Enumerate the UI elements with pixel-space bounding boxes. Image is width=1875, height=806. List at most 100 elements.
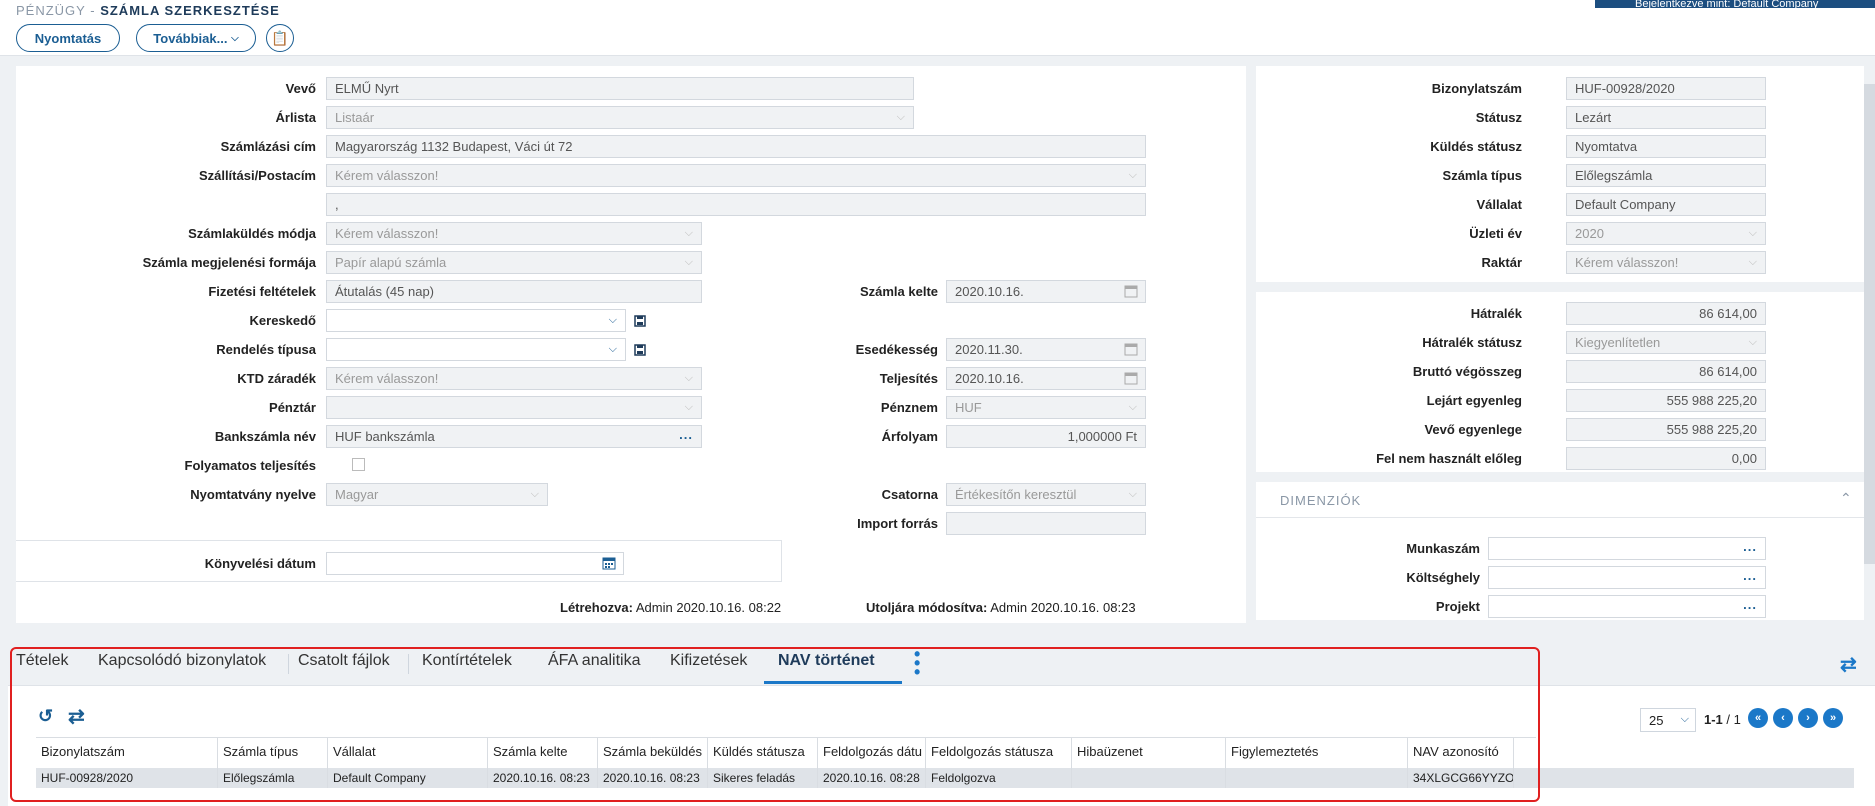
bizonylatszam-label: Bizonylatszám (1431, 81, 1522, 96)
kereskedo-select[interactable]: ⌵ (326, 309, 626, 332)
raktar-label: Raktár (1481, 255, 1522, 270)
nyelv-select[interactable]: Magyar ⌵ (326, 483, 548, 506)
column-header[interactable]: Számla kelte (488, 738, 598, 768)
column-header[interactable]: NAV azonosító (1408, 738, 1514, 768)
szamlazasi-cim-field[interactable]: Magyarország 1132 Budapest, Váci út 72 (326, 135, 1146, 158)
teljesites-value: 2020.10.16. (955, 371, 1024, 386)
more-dots-icon[interactable]: ... (1743, 539, 1757, 554)
vevo-egyenleg-field[interactable]: 555 988 225,20 (1566, 418, 1766, 441)
column-header[interactable]: Feldolgozás státusza (926, 738, 1072, 768)
tab-csatolt[interactable]: Csatolt fájlok (298, 652, 390, 670)
hatralek-field[interactable]: 86 614,00 (1566, 302, 1766, 325)
szamla-kelte-field[interactable]: 2020.10.16. (946, 280, 1146, 303)
more-dots-icon[interactable]: ... (679, 427, 693, 442)
megjelenes-select[interactable]: Papír alapú számla ⌵ (326, 251, 702, 274)
brutto-field[interactable]: 86 614,00 (1566, 360, 1766, 383)
calendar-icon[interactable] (1124, 371, 1138, 385)
calendar-icon[interactable] (1124, 284, 1138, 298)
bankszamla-field[interactable]: HUF bankszámla... (326, 425, 702, 448)
more-dots-icon[interactable]: ... (1743, 597, 1757, 612)
arlista-select[interactable]: Listaár ⌵ (326, 106, 914, 129)
penztar-select[interactable]: ⌵ (326, 396, 702, 419)
statusz-label: Státusz (1475, 110, 1522, 125)
vallalat-field[interactable]: Default Company (1566, 193, 1766, 216)
page-size-select[interactable]: 25 ⌵ (1640, 708, 1696, 732)
statusz-field[interactable]: Lezárt (1566, 106, 1766, 129)
szamla-tipus-label: Számla típus (1442, 168, 1522, 183)
fizetesi-field[interactable]: Átutalás (45 nap) (326, 280, 702, 303)
lejart-field[interactable]: 555 988 225,20 (1566, 389, 1766, 412)
scrollbar[interactable] (1864, 84, 1875, 564)
import-field[interactable] (946, 512, 1146, 535)
swap-icon[interactable]: ⇄ (1840, 652, 1857, 677)
projekt-field[interactable]: ... (1488, 595, 1766, 618)
page-size-value: 25 (1649, 713, 1664, 728)
uzleti-ev-select[interactable]: 2020 ⌵ (1566, 222, 1766, 245)
hatralek-statusz-select[interactable]: Kiegyenlítetlen ⌵ (1566, 331, 1766, 354)
tab-kapcsolodo[interactable]: Kapcsolódó bizonylatok (98, 652, 266, 670)
bizonylatszam-field[interactable]: HUF-00928/2020 (1566, 77, 1766, 100)
column-header[interactable]: Számla beküldés (598, 738, 708, 768)
last-page-icon[interactable]: » (1823, 708, 1843, 728)
column-header[interactable]: Küldés státusza (708, 738, 818, 768)
column-header[interactable]: Számla típus (218, 738, 328, 768)
munkaszam-field[interactable]: ... (1488, 537, 1766, 560)
print-button[interactable]: Nyomtatás (16, 24, 120, 52)
kuldes-modja-select[interactable]: Kérem válasszon! ⌵ (326, 222, 702, 245)
collapse-icon[interactable]: ⌃ (1840, 490, 1852, 507)
paging-info: 1-1 / 1 (1704, 712, 1741, 727)
penznem-select[interactable]: HUF ⌵ (946, 396, 1146, 419)
arfolyam-label: Árfolyam (881, 429, 938, 444)
column-header[interactable]: Vállalat (328, 738, 488, 768)
calendar-icon[interactable] (602, 556, 616, 570)
dimensions-title: DIMENZIÓK (1280, 493, 1362, 508)
fel-nem-field[interactable]: 0,00 (1566, 447, 1766, 470)
more-dots-icon[interactable]: ... (1743, 568, 1757, 583)
table-cell: 34XLGCG66YYZOC (1408, 768, 1514, 788)
szallitasi-select[interactable]: Kérem válasszon! ⌵ (326, 164, 1146, 187)
table-cell: 2020.10.16. 08:23 (488, 768, 598, 788)
folyamatos-checkbox[interactable] (352, 458, 365, 471)
vevo-field[interactable]: ELMŰ Nyrt (326, 77, 914, 100)
esedekesseg-label: Esedékesség (855, 342, 938, 357)
more-tabs-icon[interactable]: • • • (914, 645, 920, 681)
tab-kontir[interactable]: Kontírtételek (422, 652, 512, 670)
tab-afa[interactable]: ÁFA analitika (548, 652, 641, 670)
table-cell (1072, 768, 1226, 788)
save-icon[interactable] (634, 314, 648, 328)
kuldes-statusz-field[interactable]: Nyomtatva (1566, 135, 1766, 158)
save-icon[interactable] (634, 343, 648, 357)
arfolyam-field[interactable]: 1,000000 Ft (946, 425, 1146, 448)
tab-tetelek[interactable]: Tételek (16, 652, 68, 670)
extra-address-field[interactable]: , (326, 193, 1146, 216)
column-header[interactable]: Feldolgozás dátu (818, 738, 926, 768)
next-page-icon[interactable]: › (1798, 708, 1818, 728)
column-header[interactable]: Figylemeztetés (1226, 738, 1408, 768)
ktd-value: Kérem válasszon! (335, 371, 439, 386)
chevron-down-icon: ⌵ (608, 343, 617, 355)
tab-kifizetesek[interactable]: Kifizetések (670, 652, 747, 670)
esedekesseg-field[interactable]: 2020.11.30. (946, 338, 1146, 361)
more-button[interactable]: Továbbiak... ⌵ (136, 24, 256, 52)
chevron-down-icon: ⌵ (1748, 227, 1757, 239)
first-page-icon[interactable]: « (1748, 708, 1768, 728)
calendar-icon[interactable] (1124, 342, 1138, 356)
bankszamla-label: Bankszámla név (214, 429, 316, 444)
prev-page-icon[interactable]: ‹ (1773, 708, 1793, 728)
raktar-select[interactable]: Kérem válasszon! ⌵ (1566, 251, 1766, 274)
column-header[interactable]: Hibaüzenet (1072, 738, 1226, 768)
konyvelesi-field[interactable] (326, 552, 624, 575)
ktd-select[interactable]: Kérem válasszon! ⌵ (326, 367, 702, 390)
szamla-tipus-field[interactable]: Előlegszámla (1566, 164, 1766, 187)
koltseghely-field[interactable]: ... (1488, 566, 1766, 589)
created-value: Admin 2020.10.16. 08:22 (635, 600, 782, 615)
tab-nav-tortenet[interactable]: NAV történet (778, 652, 875, 670)
refresh-icon[interactable]: ↺ (38, 706, 53, 727)
column-header[interactable]: Bizonylatszám (36, 738, 218, 768)
swap-columns-icon[interactable]: ⇄ (68, 704, 85, 729)
csatorna-select[interactable]: Értékesítőn keresztül ⌵ (946, 483, 1146, 506)
clipboard-button[interactable]: 📋 (266, 24, 294, 52)
teljesites-field[interactable]: 2020.10.16. (946, 367, 1146, 390)
table-cell (1226, 768, 1408, 788)
rendeles-tipus-select[interactable]: ⌵ (326, 338, 626, 361)
